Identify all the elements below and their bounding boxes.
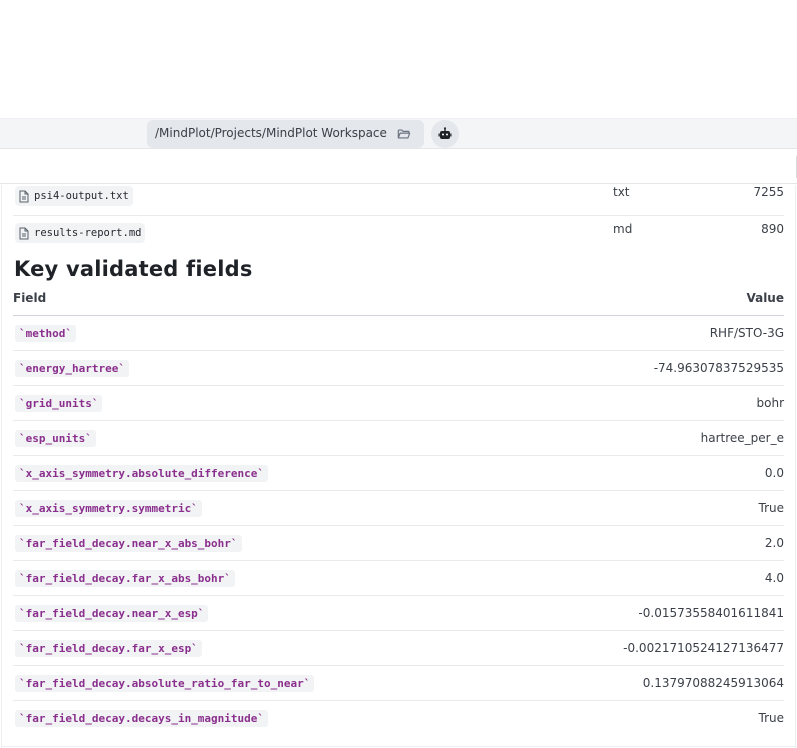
field-key: `far_field_decay.near_x_esp`	[15, 605, 209, 622]
field-value: hartree_per_e	[700, 431, 784, 445]
top-blank-area	[0, 0, 797, 118]
section-heading: Key validated fields	[14, 257, 253, 281]
file-icon	[19, 227, 29, 239]
table-header: Field Value	[13, 286, 784, 316]
field-value: True	[758, 711, 785, 725]
field-key: `far_field_decay.near_x_abs_bohr`	[15, 535, 242, 552]
field-key: `far_field_decay.far_x_abs_bohr`	[15, 570, 235, 587]
file-row: psi4-output.txt txt 7255	[13, 179, 784, 215]
file-link[interactable]: results-report.md	[15, 223, 146, 243]
folder-open-icon[interactable]	[397, 127, 411, 141]
file-size: 7255	[753, 185, 784, 199]
field-value: True	[758, 501, 785, 515]
file-size: 890	[761, 222, 784, 236]
report-content: psi4-output.txt txt 7255 results-report.…	[0, 185, 797, 748]
content-border-right	[795, 185, 796, 748]
field-key: `x_axis_symmetry.symmetric`	[15, 500, 202, 517]
table-row: `far_field_decay.far_x_abs_bohr` 4.0	[13, 561, 784, 596]
file-name: psi4-output.txt	[34, 190, 129, 202]
field-value: -0.01573558401611841	[638, 606, 784, 620]
column-header-field: Field	[13, 291, 47, 305]
table-row: `grid_units` bohr	[13, 386, 784, 421]
table-row: `far_field_decay.decays_in_magnitude` Tr…	[13, 701, 784, 736]
table-row: `far_field_decay.near_x_esp` -0.01573558…	[13, 596, 784, 631]
field-key: `far_field_decay.decays_in_magnitude`	[15, 710, 269, 727]
field-value: -74.96307837529535	[653, 361, 784, 375]
workspace-path: /MindPlot/Projects/MindPlot Workspace	[155, 126, 387, 140]
field-key: `far_field_decay.absolute_ratio_far_to_n…	[15, 675, 315, 692]
file-link[interactable]: psi4-output.txt	[15, 186, 133, 206]
field-key: `x_axis_symmetry.absolute_difference`	[15, 465, 269, 482]
field-key: `grid_units`	[15, 395, 103, 412]
assistant-button[interactable]	[431, 120, 459, 148]
field-value: RHF/STO-3G	[709, 326, 784, 340]
field-key: `esp_units`	[15, 430, 96, 447]
field-value: 4.0	[764, 571, 784, 585]
table-row: `x_axis_symmetry.symmetric` True	[13, 491, 784, 526]
field-value: 0.13797088245913064	[642, 676, 784, 690]
field-value: 2.0	[764, 536, 784, 550]
field-value: bohr	[756, 396, 785, 410]
table-row: `x_axis_symmetry.absolute_difference` 0.…	[13, 456, 784, 491]
content-border-left	[1, 185, 2, 748]
field-value: 0.0	[764, 466, 784, 480]
path-bar: /MindPlot/Projects/MindPlot Workspace	[0, 118, 797, 149]
table-row: `far_field_decay.near_x_abs_bohr` 2.0	[13, 526, 784, 561]
table-row: `esp_units` hartree_per_e	[13, 421, 784, 456]
table-row: `energy_hartree` -74.96307837529535	[13, 351, 784, 386]
table-row: `far_field_decay.absolute_ratio_far_to_n…	[13, 666, 784, 701]
field-key: `method`	[15, 325, 76, 342]
file-type: md	[613, 222, 633, 236]
content-border-bottom	[1, 746, 796, 747]
workspace-path-chip[interactable]: /MindPlot/Projects/MindPlot Workspace	[147, 120, 424, 148]
file-icon	[19, 190, 29, 202]
robot-icon	[438, 127, 452, 139]
file-row: results-report.md md 890	[13, 215, 784, 251]
file-name: results-report.md	[34, 227, 142, 239]
table-row: `method` RHF/STO-3G	[13, 316, 784, 351]
field-key: `far_field_decay.far_x_esp`	[15, 640, 202, 657]
column-header-value: Value	[746, 291, 784, 305]
file-type: txt	[613, 185, 630, 199]
field-value: -0.0021710524127136477	[623, 641, 784, 655]
table-row: `far_field_decay.far_x_esp` -0.002171052…	[13, 631, 784, 666]
field-key: `energy_hartree`	[15, 360, 129, 377]
